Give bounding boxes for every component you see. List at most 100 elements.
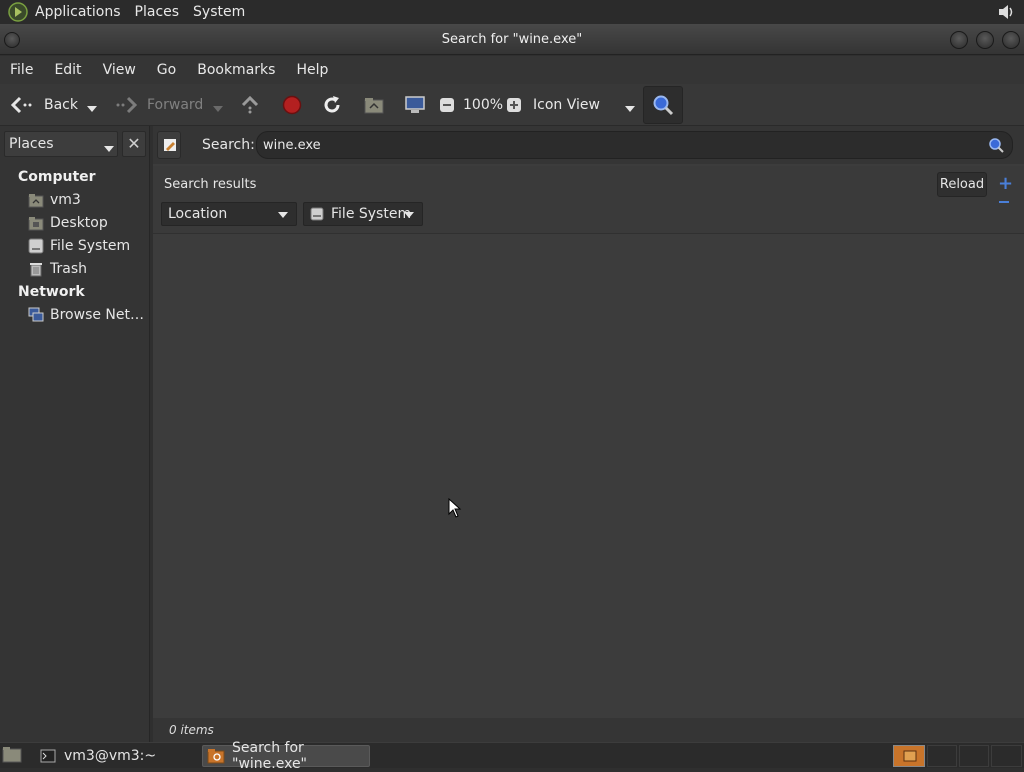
distro-logo-icon[interactable]: [8, 2, 28, 22]
top-panel: Applications Places System: [0, 0, 1024, 24]
computer-button[interactable]: [404, 84, 426, 126]
maximize-button[interactable]: [976, 31, 994, 49]
places-menu[interactable]: Places: [128, 0, 187, 24]
zoom-out-button[interactable]: [439, 84, 455, 126]
mouse-cursor-icon: [448, 497, 462, 518]
sidebar-item-trash[interactable]: Trash: [28, 259, 87, 279]
zoom-out-icon: [439, 97, 455, 113]
sidebar-close-button[interactable]: ✕: [122, 131, 146, 157]
reload-button[interactable]: [322, 84, 342, 126]
system-menu[interactable]: System: [186, 0, 252, 24]
search-results-label: Search results: [164, 177, 257, 192]
forward-history-dropdown[interactable]: [212, 84, 224, 126]
criterion-type-select[interactable]: Location: [161, 202, 297, 226]
sidebar-item-label: vm3: [50, 192, 81, 208]
forward-label: Forward: [147, 97, 204, 113]
sidebar-selector[interactable]: Places: [4, 131, 118, 157]
search-toggle-button[interactable]: [643, 86, 683, 124]
view-mode-value: Icon View: [533, 97, 600, 113]
up-button[interactable]: [240, 84, 260, 126]
search-input[interactable]: [256, 131, 1013, 159]
items-count: 0 items: [169, 723, 214, 737]
volume-icon[interactable]: [996, 2, 1016, 22]
location-value-select[interactable]: File System: [303, 202, 423, 226]
home-folder-icon: [364, 95, 384, 115]
computer-icon: [404, 95, 426, 115]
pencil-icon: [162, 137, 178, 153]
taskbar-item-label: vm3@vm3:~: [64, 748, 157, 764]
sidebar-heading-computer: Computer: [18, 169, 96, 185]
reload-icon: [322, 95, 342, 115]
close-icon: ✕: [127, 134, 141, 153]
menu-help[interactable]: Help: [286, 62, 339, 78]
search-row: Search:: [153, 126, 1024, 164]
sidebar-item-browse-network[interactable]: Browse Net…: [28, 305, 144, 325]
location-value: File System: [331, 206, 412, 222]
taskbar-item-terminal[interactable]: vm3@vm3:~: [36, 745, 196, 767]
chevron-down-icon: [624, 101, 636, 112]
search-label: Search:: [202, 137, 255, 153]
sidebar: Places ✕ Computer vm3 Desktop File Syste…: [0, 126, 150, 742]
show-desktop-icon[interactable]: [2, 746, 22, 764]
zoom-level[interactable]: 100%: [463, 84, 503, 126]
status-bar: 0 items: [153, 718, 1024, 742]
workspace-1[interactable]: [893, 745, 925, 767]
minimize-button[interactable]: [950, 31, 968, 49]
taskbar-item-search[interactable]: Search for "wine.exe": [202, 740, 370, 772]
menu-view[interactable]: View: [93, 62, 147, 78]
drive-icon: [310, 207, 324, 221]
add-criterion-icon[interactable]: +: [998, 173, 1013, 194]
zoom-in-button[interactable]: [506, 84, 522, 126]
desktop-folder-icon: [28, 215, 44, 231]
reload-button[interactable]: Reload: [937, 172, 987, 197]
view-mode-select[interactable]: Icon View: [533, 84, 637, 126]
chevron-down-icon: [86, 101, 98, 112]
menu-edit[interactable]: Edit: [44, 62, 92, 78]
chevron-down-icon: [278, 212, 288, 218]
sidebar-item-label: Browse Net…: [50, 307, 145, 323]
taskbar-item-label: Search for "wine.exe": [232, 740, 307, 772]
back-history-dropdown[interactable]: [86, 84, 98, 126]
stop-icon: [282, 95, 302, 115]
home-button[interactable]: [364, 84, 384, 126]
sidebar-selector-label: Places: [9, 136, 54, 152]
bottom-taskbar: vm3@vm3:~ Search for "wine.exe": [0, 740, 1024, 772]
window-titlebar[interactable]: Search for "wine.exe": [0, 24, 1024, 55]
forward-arrow-icon: [114, 95, 138, 115]
edit-location-button[interactable]: [157, 131, 181, 159]
toolbar: Back Forward 100% Icon View: [0, 84, 1024, 126]
search-results-bar: Search results Reload + Location File Sy…: [153, 166, 1024, 234]
stop-button[interactable]: [282, 84, 302, 126]
chevron-down-icon: [404, 212, 414, 218]
close-button[interactable]: [1002, 31, 1020, 49]
applications-menu[interactable]: Applications: [28, 0, 128, 24]
drive-icon: [28, 238, 44, 254]
back-label: Back: [44, 97, 78, 113]
results-area[interactable]: [153, 235, 1024, 718]
workspace-4[interactable]: [991, 745, 1022, 767]
main-content: Search: Search results Reload + Location…: [153, 126, 1024, 742]
workspace-2[interactable]: [927, 745, 957, 767]
sidebar-item-label: Trash: [50, 261, 87, 277]
window-menu-button[interactable]: [4, 32, 20, 48]
back-button[interactable]: Back: [10, 84, 78, 126]
sidebar-item-vm3[interactable]: vm3: [28, 190, 81, 210]
terminal-icon: [40, 749, 56, 763]
network-icon: [28, 307, 44, 323]
zoom-in-icon: [506, 97, 522, 113]
forward-button[interactable]: Forward: [114, 84, 203, 126]
menubar: File Edit View Go Bookmarks Help: [0, 56, 1024, 84]
zoom-level-value: 100%: [463, 97, 504, 113]
search-icon[interactable]: [988, 137, 1004, 153]
chevron-down-icon: [103, 141, 115, 152]
sidebar-item-desktop[interactable]: Desktop: [28, 213, 108, 233]
criterion-type-value: Location: [168, 206, 228, 222]
menu-file[interactable]: File: [0, 62, 44, 78]
chevron-down-icon: [212, 101, 224, 112]
workspace-3[interactable]: [959, 745, 989, 767]
menu-bookmarks[interactable]: Bookmarks: [187, 62, 286, 78]
remove-criterion-icon[interactable]: [999, 201, 1009, 203]
menu-go[interactable]: Go: [147, 62, 187, 78]
sidebar-item-label: File System: [50, 238, 131, 254]
sidebar-item-file-system[interactable]: File System: [28, 236, 130, 256]
